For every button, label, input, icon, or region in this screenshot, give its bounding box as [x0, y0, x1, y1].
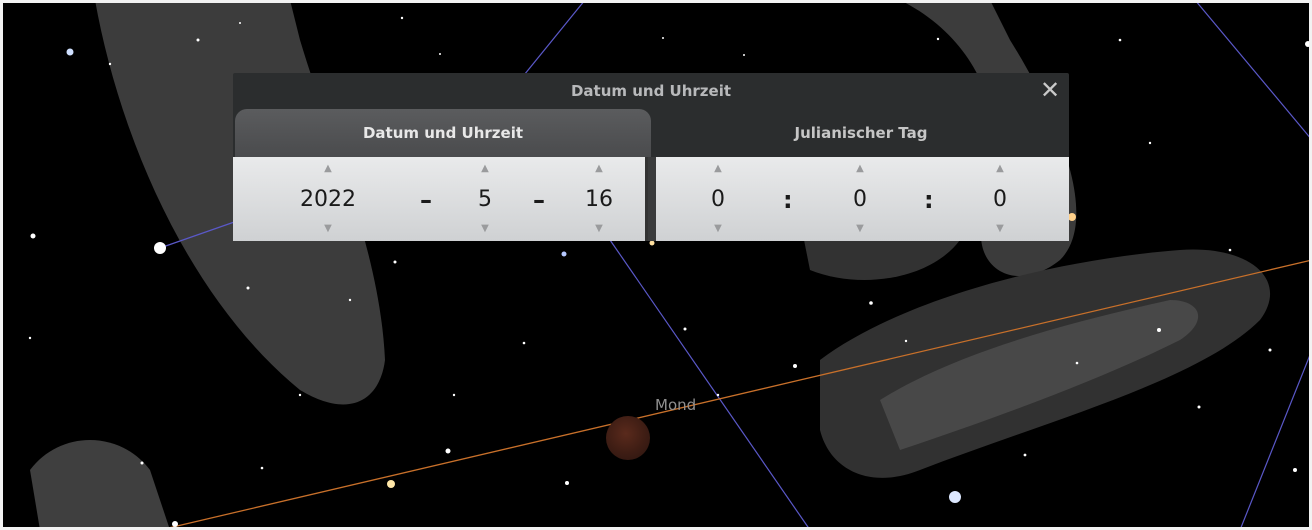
year-spinner[interactable]: ▲ 2022 ▼	[283, 157, 373, 241]
time-separator: :	[924, 186, 934, 214]
moon[interactable]	[606, 416, 650, 460]
arrow-up-icon[interactable]: ▲	[698, 163, 738, 175]
tab-julian-day[interactable]: Julianischer Tag	[653, 109, 1069, 157]
month-value[interactable]: 5	[465, 185, 505, 215]
date-time-dialog: Datum und Uhrzeit ✕ Datum und Uhrzeit Ju…	[233, 73, 1069, 241]
arrow-down-icon[interactable]: ▼	[576, 223, 622, 235]
arrow-down-icon[interactable]: ▼	[698, 223, 738, 235]
moon-label: Mond	[655, 396, 697, 414]
dialog-titlebar[interactable]: Datum und Uhrzeit ✕	[233, 73, 1069, 109]
minute-spinner[interactable]: ▲ 0 ▼	[840, 157, 880, 241]
arrow-up-icon[interactable]: ▲	[576, 163, 622, 175]
time-panel: ▲ 0 ▼ : ▲ 0 ▼ : ▲ 0 ▼	[656, 157, 1069, 241]
time-separator: :	[783, 186, 793, 214]
arrow-down-icon[interactable]: ▼	[465, 223, 505, 235]
day-value[interactable]: 16	[576, 185, 622, 215]
month-spinner[interactable]: ▲ 5 ▼	[465, 157, 505, 241]
date-panel: ▲ 2022 ▼ – ▲ 5 ▼ – ▲ 16 ▼	[233, 157, 648, 241]
hour-value[interactable]: 0	[698, 185, 738, 215]
second-value[interactable]: 0	[980, 185, 1020, 215]
close-icon[interactable]: ✕	[1037, 77, 1063, 103]
arrow-down-icon[interactable]: ▼	[283, 223, 373, 235]
arrow-up-icon[interactable]: ▲	[840, 163, 880, 175]
dialog-title: Datum und Uhrzeit	[570, 82, 732, 100]
tab-date-time[interactable]: Datum und Uhrzeit	[235, 109, 651, 157]
arrow-down-icon[interactable]: ▼	[840, 223, 880, 235]
second-spinner[interactable]: ▲ 0 ▼	[980, 157, 1020, 241]
minute-value[interactable]: 0	[840, 185, 880, 215]
arrow-up-icon[interactable]: ▲	[980, 163, 1020, 175]
year-value[interactable]: 2022	[283, 185, 373, 215]
date-separator: –	[420, 186, 432, 214]
panel-divider	[648, 157, 656, 241]
day-spinner[interactable]: ▲ 16 ▼	[576, 157, 622, 241]
arrow-up-icon[interactable]: ▲	[465, 163, 505, 175]
arrow-up-icon[interactable]: ▲	[283, 163, 373, 175]
arrow-down-icon[interactable]: ▼	[980, 223, 1020, 235]
date-separator: –	[533, 186, 545, 214]
hour-spinner[interactable]: ▲ 0 ▼	[698, 157, 738, 241]
